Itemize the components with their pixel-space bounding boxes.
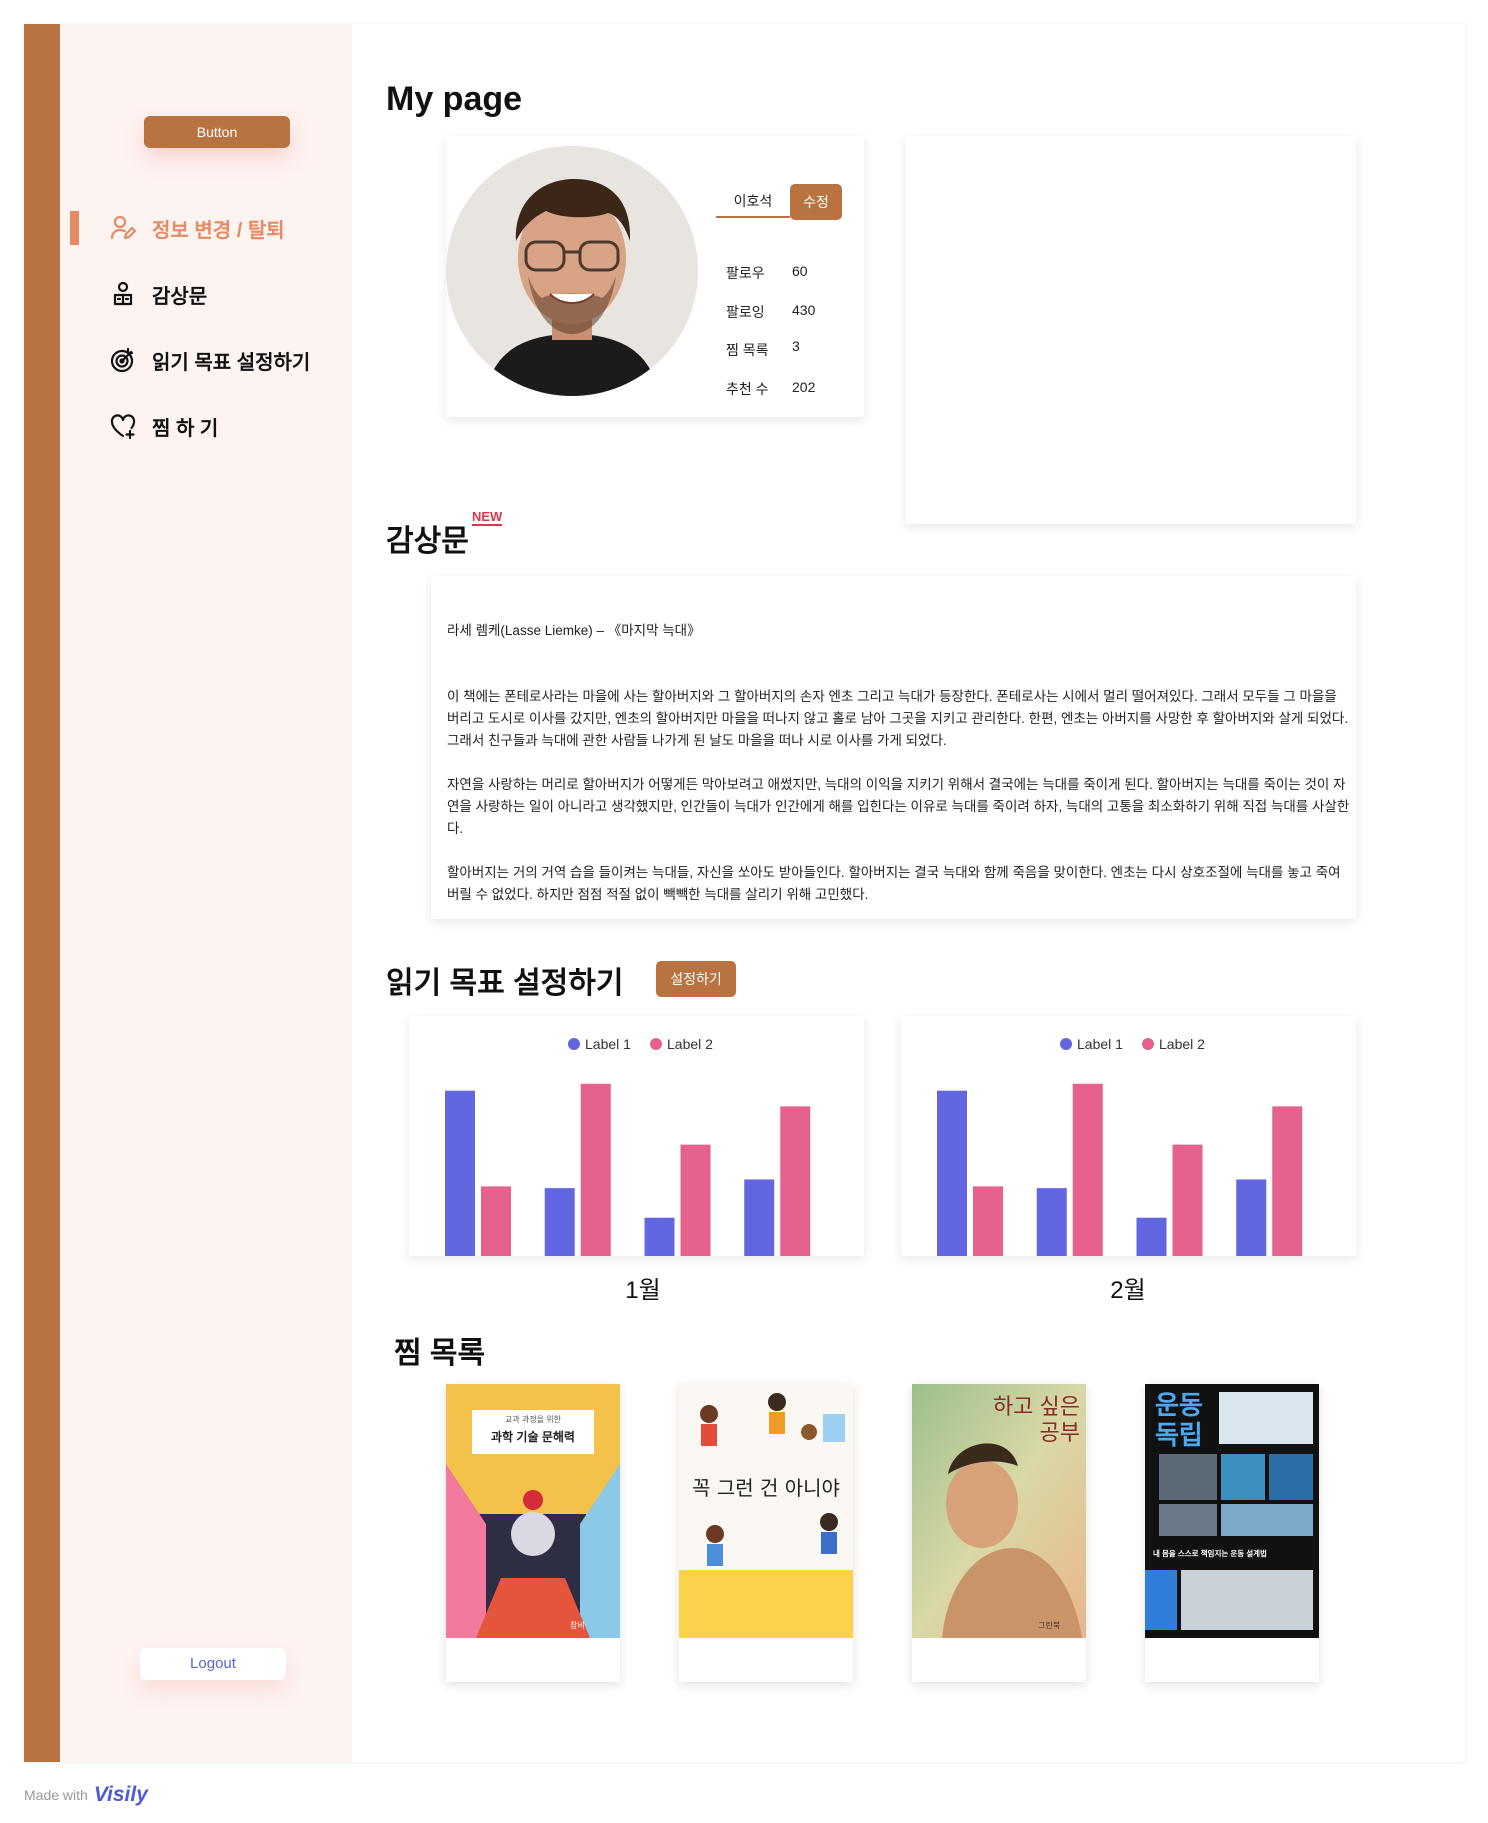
visily-logo[interactable]: Visily (94, 1783, 148, 1807)
stat-wishlist-label: 찜 목록 (726, 342, 769, 358)
stat-wishlist-value: 3 (792, 338, 800, 354)
legend-swatch (1060, 1038, 1072, 1050)
brand-bar (24, 24, 60, 1762)
target-icon (108, 345, 138, 375)
sidebar-top-button[interactable]: Button (144, 116, 290, 148)
chart-caption: 1월 (625, 1277, 661, 1304)
empty-panel (906, 136, 1356, 524)
review-paragraph: 자연을 사랑하는 머리로 할아버지가 어떻게든 막아보려고 애썼지만, 늑대의 … (447, 777, 1350, 836)
book-cover-title: 꼭 그런 건 아니야 (692, 1476, 840, 1500)
chart-bar (744, 1179, 775, 1256)
bar-chart: Label 1 Label 2 (445, 1036, 811, 1256)
footer: Made with Visily (24, 1783, 148, 1807)
book-card[interactable]: 하고 싶은 공부 그린북 (912, 1384, 1086, 1682)
chart-bar (644, 1217, 675, 1256)
book-cover-subtitle: 내 몸을 스스로 책임지는 운동 설계법 (1153, 1549, 1267, 1558)
chart-legend: Label 1 Label 2 (568, 1036, 713, 1052)
avatar (446, 146, 698, 396)
legend-label: Label 2 (667, 1036, 713, 1052)
book-cover (679, 1384, 853, 1638)
sidebar-item-review[interactable]: 감상문 (108, 276, 207, 312)
chart-bar (973, 1186, 1003, 1256)
chart-legend: Label 1 Label 2 (1060, 1036, 1205, 1052)
chart-card-1: Label 1 Label 2 (409, 1016, 864, 1256)
legend-swatch (650, 1038, 662, 1050)
reader-icon (108, 279, 138, 309)
chart-card-2: Label 1 Label 2 (901, 1016, 1356, 1256)
chart-bar (445, 1090, 475, 1256)
made-with-text: Made with (24, 1787, 88, 1803)
chart-bar (481, 1186, 511, 1256)
legend-swatch (1142, 1038, 1154, 1050)
legend-label: Label 1 (1077, 1036, 1123, 1052)
sidebar-item-label: 읽기 목표 설정하기 (152, 351, 311, 374)
heart-plus-icon (108, 411, 138, 441)
legend-label: Label 1 (585, 1036, 631, 1052)
chart-bar (1172, 1144, 1203, 1256)
user-edit-icon (108, 213, 138, 243)
book-card[interactable]: 운동 독립 내 몸을 스스로 책임지는 운동 설계법 (1145, 1384, 1319, 1682)
chart-caption: 2월 (1110, 1277, 1146, 1304)
review-paragraph: 할아버지는 거의 거역 습을 들이켜는 늑대들, 자신을 쏘아도 받아들인다. … (447, 865, 1341, 902)
sidebar-item-label: 감상문 (152, 285, 208, 308)
book-cover-title: 하고 싶은 공부 (992, 1394, 1080, 1445)
new-badge: NEW (472, 509, 503, 526)
chart-bar (680, 1144, 711, 1256)
stat-following-value: 430 (792, 302, 816, 318)
stat-followers-value: 60 (792, 263, 808, 279)
logout-button[interactable]: Logout (140, 1648, 286, 1680)
legend-label: Label 2 (1159, 1036, 1205, 1052)
chart-bar (780, 1106, 811, 1256)
review-section-title: 감상문 (386, 525, 469, 558)
book-cover-publisher: 창비 (570, 1621, 585, 1630)
stat-recommend-value: 202 (792, 379, 816, 395)
legend-swatch (568, 1038, 580, 1050)
nav-active-indicator (70, 211, 79, 245)
chart-bar (1036, 1188, 1067, 1256)
book-card[interactable]: 교과 과정을 위한 과학 기술 문해력 창비 (446, 1384, 620, 1682)
review-book-line: 라세 렘케(Lasse Liemke) – 《마지막 늑대》 (447, 623, 701, 638)
wishlist-section-title: 찜 목록 (394, 1337, 486, 1370)
book-cover-publisher: 그린북 (1038, 1621, 1061, 1630)
goal-section-title: 읽기 목표 설정하기 (386, 967, 624, 1000)
sidebar-item-reading-goal[interactable]: 읽기 목표 설정하기 (108, 342, 310, 378)
chart-bar (1136, 1217, 1167, 1256)
chart-bar (1236, 1179, 1267, 1256)
sidebar-item-label: 정보 변경 / 탈퇴 (152, 219, 285, 242)
review-paragraph: 이 책에는 폰테로사라는 마을에 사는 할아버지와 그 할아버지의 손자 엔초 … (447, 689, 1349, 748)
chart-bar (580, 1083, 611, 1256)
profile-name-tab[interactable]: 이호석 (716, 186, 790, 218)
chart-bar (1272, 1106, 1303, 1256)
book-cover-title: 과학 기술 문해력 (491, 1430, 575, 1444)
sidebar-item-wishlist[interactable]: 찜 하 기 (108, 408, 218, 444)
chart-bar (544, 1188, 575, 1256)
book-cover-title: 운동 독립 (1155, 1390, 1203, 1450)
stat-following-label: 팔로잉 (726, 304, 765, 320)
set-goal-button[interactable]: 설정하기 (656, 961, 736, 997)
page-title: My page (386, 80, 523, 118)
edit-profile-button[interactable]: 수정 (790, 184, 842, 220)
review-body: 라세 렘케(Lasse Liemke) – 《마지막 늑대》 이 책에는 폰테로… (447, 620, 1352, 928)
sidebar-item-label: 찜 하 기 (152, 417, 219, 440)
bar-chart: Label 1 Label 2 (937, 1036, 1303, 1256)
stat-recommend-label: 추천 수 (726, 381, 769, 397)
chart-bar (937, 1090, 967, 1256)
book-card[interactable]: 꼭 그런 건 아니야 (679, 1384, 853, 1682)
stat-followers-label: 팔로우 (726, 265, 765, 281)
chart-bar (1072, 1083, 1103, 1256)
book-cover-top: 교과 과정을 위한 (505, 1415, 561, 1424)
sidebar-item-profile-edit[interactable]: 정보 변경 / 탈퇴 (108, 210, 285, 246)
